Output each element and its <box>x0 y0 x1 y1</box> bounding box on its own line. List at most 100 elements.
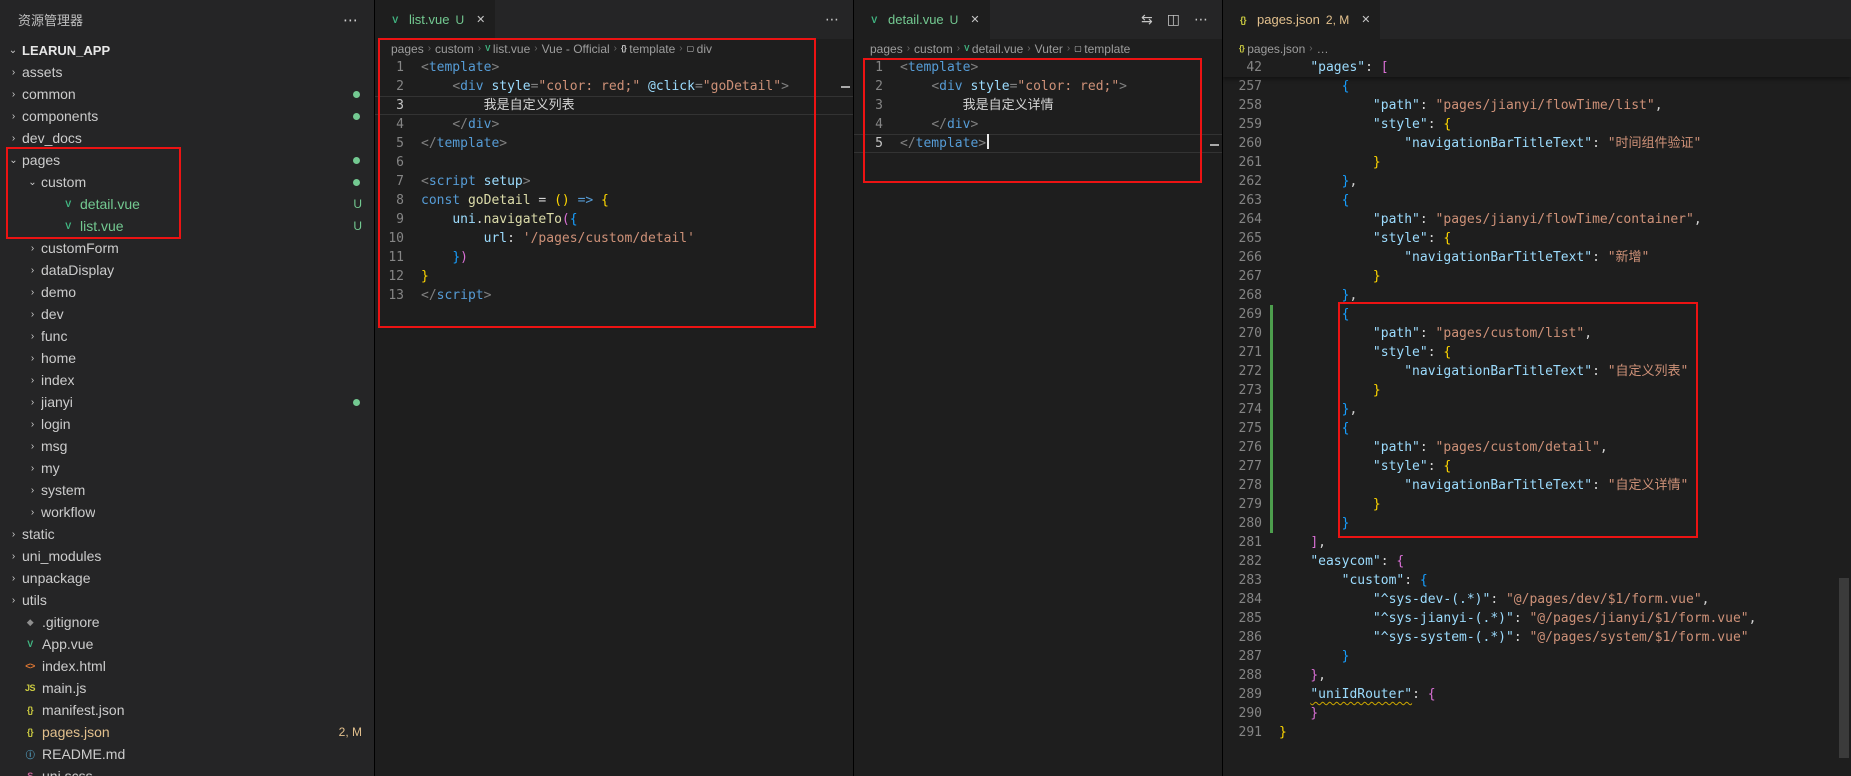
code-line[interactable]: 287 } <box>1223 647 1851 666</box>
tree-folder-customform[interactable]: ›customForm <box>0 237 374 259</box>
tree-folder-dev[interactable]: ›dev <box>0 303 374 325</box>
code-line[interactable]: 260 "navigationBarTitleText": "时间组件验证" <box>1223 134 1851 153</box>
tab-pages-json[interactable]: {}pages.json2, M✕ <box>1223 0 1381 39</box>
tree-folder-custom[interactable]: ⌄custom <box>0 171 374 193</box>
tree-folder-pages[interactable]: ⌄pages <box>0 149 374 171</box>
tree-folder-my[interactable]: ›my <box>0 457 374 479</box>
breadcrumb-item-custom[interactable]: custom <box>435 42 474 56</box>
breadcrumb-item-[interactable]: … <box>1317 42 1329 56</box>
code-line[interactable]: 265 "style": { <box>1223 229 1851 248</box>
tree-folder-assets[interactable]: ›assets <box>0 61 374 83</box>
code-line[interactable]: 266 "navigationBarTitleText": "新增" <box>1223 248 1851 267</box>
breadcrumb-item-template[interactable]: {}template <box>621 42 675 56</box>
tree-folder-unpackage[interactable]: ›unpackage <box>0 567 374 589</box>
tab-detail-vue[interactable]: Vdetail.vueU✕ <box>854 0 991 39</box>
close-icon[interactable]: ✕ <box>970 13 979 26</box>
code-line[interactable]: 290 } <box>1223 704 1851 723</box>
code-line[interactable]: 262 }, <box>1223 172 1851 191</box>
code-line[interactable]: 268 }, <box>1223 286 1851 305</box>
code-line[interactable]: 284 "^sys-dev-(.*)": "@/pages/dev/$1/for… <box>1223 590 1851 609</box>
breadcrumb-item-pages[interactable]: pages <box>391 42 424 56</box>
tree-folder-func[interactable]: ›func <box>0 325 374 347</box>
code-line[interactable]: 3 我是自定义详情 <box>854 96 1222 115</box>
code-line[interactable]: 1<template> <box>854 58 1222 77</box>
code-editor-detail[interactable]: 1<template>2 <div style="color: red;">3 … <box>854 58 1222 776</box>
tree-folder-components[interactable]: ›components <box>0 105 374 127</box>
tree-file-pages-json[interactable]: {}pages.json2, M <box>0 721 374 743</box>
tree-folder-workflow[interactable]: ›workflow <box>0 501 374 523</box>
code-line[interactable]: 282 "easycom": { <box>1223 552 1851 571</box>
tree-file-gitignore[interactable]: ◆.gitignore <box>0 611 374 633</box>
code-line[interactable]: 278 "navigationBarTitleText": "自定义详情" <box>1223 476 1851 495</box>
tree-folder-system[interactable]: ›system <box>0 479 374 501</box>
code-line[interactable]: 267 } <box>1223 267 1851 286</box>
tree-folder-utils[interactable]: ›utils <box>0 589 374 611</box>
tree-folder-common[interactable]: ›common <box>0 83 374 105</box>
tree-file-app-vue[interactable]: VApp.vue <box>0 633 374 655</box>
tree-folder-dev-docs[interactable]: ›dev_docs <box>0 127 374 149</box>
code-line[interactable]: 5</template> <box>375 134 853 153</box>
code-line[interactable]: 13</script> <box>375 286 853 305</box>
tree-folder-home[interactable]: ›home <box>0 347 374 369</box>
breadcrumb-item-detail-vue[interactable]: Vdetail.vue <box>964 42 1023 56</box>
code-line[interactable]: 1<template> <box>375 58 853 77</box>
code-line[interactable]: 10 url: '/pages/custom/detail' <box>375 229 853 248</box>
close-icon[interactable]: ✕ <box>476 13 485 26</box>
code-line[interactable]: 273 } <box>1223 381 1851 400</box>
code-line[interactable]: 280 } <box>1223 514 1851 533</box>
tab-list-vue[interactable]: Vlist.vueU✕ <box>375 0 496 39</box>
breadcrumb-item-vuter[interactable]: Vuter <box>1035 42 1063 56</box>
code-line[interactable]: 281 ], <box>1223 533 1851 552</box>
breadcrumb-item-list-vue[interactable]: Vlist.vue <box>485 42 530 56</box>
code-line[interactable]: 9 uni.navigateTo({ <box>375 210 853 229</box>
scrollbar[interactable] <box>1208 58 1222 776</box>
breadcrumb-item-pages-json[interactable]: {}pages.json <box>1239 42 1305 56</box>
code-line[interactable]: 7<script setup> <box>375 172 853 191</box>
breadcrumb-item-vue-official[interactable]: Vue - Official <box>542 42 610 56</box>
tree-file-main-js[interactable]: JSmain.js <box>0 677 374 699</box>
breadcrumb-item-template[interactable]: ▢template <box>1074 42 1130 56</box>
code-line[interactable]: 257 { <box>1223 77 1851 96</box>
code-line[interactable]: 42 "pages": [ <box>1223 58 1851 77</box>
tree-file-manifest-json[interactable]: {}manifest.json <box>0 699 374 721</box>
project-root-item[interactable]: ⌄ LEARUN_APP <box>0 39 374 61</box>
code-editor-list[interactable]: 1<template>2 <div style="color: red;" @c… <box>375 58 853 776</box>
changes-actions-icon[interactable]: ⇆ <box>1141 11 1153 28</box>
code-line[interactable]: 8const goDetail = () => { <box>375 191 853 210</box>
code-line[interactable]: 270 "path": "pages/custom/list", <box>1223 324 1851 343</box>
code-line[interactable]: 259 "style": { <box>1223 115 1851 134</box>
more-actions-icon[interactable]: ⋯ <box>825 11 839 28</box>
code-line[interactable]: 271 "style": { <box>1223 343 1851 362</box>
code-line[interactable]: 5</template> <box>854 134 1222 153</box>
code-line[interactable]: 2 <div style="color: red;" @click="goDet… <box>375 77 853 96</box>
code-line[interactable]: 277 "style": { <box>1223 457 1851 476</box>
code-line[interactable]: 264 "path": "pages/jianyi/flowTime/conta… <box>1223 210 1851 229</box>
breadcrumb-item-div[interactable]: ▢div <box>687 42 712 56</box>
breadcrumb-item-pages[interactable]: pages <box>870 42 903 56</box>
tree-folder-jianyi[interactable]: ›jianyi <box>0 391 374 413</box>
code-line[interactable]: 263 { <box>1223 191 1851 210</box>
code-line[interactable]: 288 }, <box>1223 666 1851 685</box>
code-editor-pages-json[interactable]: 42 "pages": [257 {258 "path": "pages/jia… <box>1223 58 1851 776</box>
split-actions-icon[interactable]: ◫ <box>1167 11 1180 28</box>
tree-file-detail-vue[interactable]: Vdetail.vueU <box>0 193 374 215</box>
close-icon[interactable]: ✕ <box>1361 13 1370 26</box>
tree-folder-index[interactable]: ›index <box>0 369 374 391</box>
code-line[interactable]: 269 { <box>1223 305 1851 324</box>
code-line[interactable]: 272 "navigationBarTitleText": "自定义列表" <box>1223 362 1851 381</box>
code-line[interactable]: 279 } <box>1223 495 1851 514</box>
code-line[interactable]: 4 </div> <box>854 115 1222 134</box>
tree-file-uni-scss[interactable]: Suni.scss <box>0 765 374 776</box>
tree-folder-uni-modules[interactable]: ›uni_modules <box>0 545 374 567</box>
code-line[interactable]: 276 "path": "pages/custom/detail", <box>1223 438 1851 457</box>
tree-file-index-html[interactable]: <>index.html <box>0 655 374 677</box>
breadcrumb-item-custom[interactable]: custom <box>914 42 953 56</box>
tree-folder-demo[interactable]: ›demo <box>0 281 374 303</box>
code-line[interactable]: 258 "path": "pages/jianyi/flowTime/list"… <box>1223 96 1851 115</box>
tree-folder-static[interactable]: ›static <box>0 523 374 545</box>
more-actions-icon[interactable]: ⋯ <box>343 11 358 29</box>
code-line[interactable]: 3 我是自定义列表 <box>375 96 853 115</box>
code-line[interactable]: 6 <box>375 153 853 172</box>
code-line[interactable]: 291} <box>1223 723 1851 742</box>
code-line[interactable]: 285 "^sys-jianyi-(.*)": "@/pages/jianyi/… <box>1223 609 1851 628</box>
